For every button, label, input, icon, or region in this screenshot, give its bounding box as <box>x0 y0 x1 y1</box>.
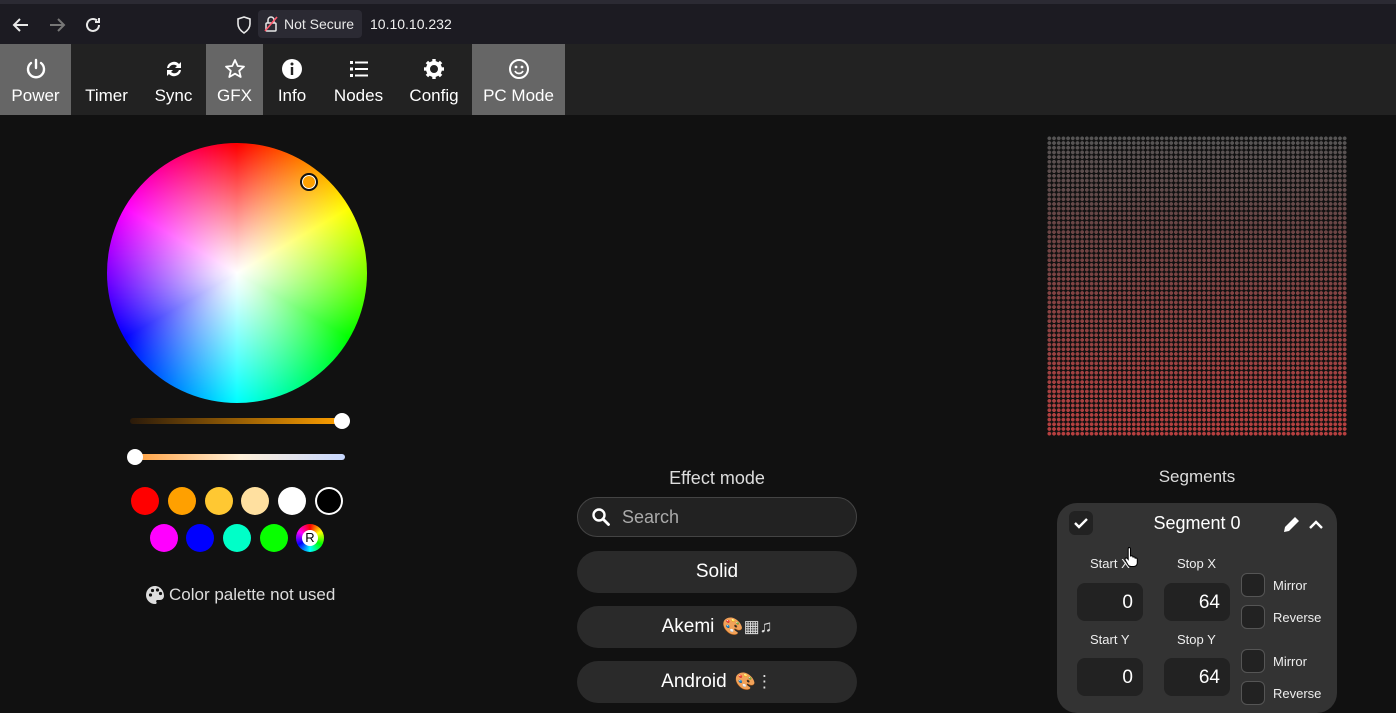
stop-y-input[interactable]: 64 <box>1164 658 1230 696</box>
back-arrow-icon <box>12 18 28 32</box>
led-matrix-preview <box>1047 136 1347 436</box>
color-swatch-yellow[interactable] <box>205 487 233 515</box>
reverse-y-checkbox[interactable] <box>1241 681 1265 705</box>
white-balance-slider[interactable] <box>135 454 345 460</box>
start-y-label: Start Y <box>1090 632 1130 647</box>
effect-flags: 🎨▦♫ <box>722 617 773 636</box>
effect-name: Android <box>661 671 727 692</box>
security-label: Not Secure <box>284 16 355 32</box>
start-y-input[interactable]: 0 <box>1077 658 1143 696</box>
moon-icon <box>98 60 108 78</box>
forward-button[interactable] <box>42 10 72 40</box>
url-text[interactable]: 10.10.10.232 <box>370 16 452 32</box>
tab-label: Sync <box>154 86 193 105</box>
star-icon <box>224 59 245 78</box>
effect-item-solid[interactable]: Solid <box>577 551 857 593</box>
search-icon <box>592 508 610 526</box>
browser-toolbar: Not Secure 10.10.10.232 <box>0 0 1396 44</box>
palette-note-text: Color palette not used <box>169 585 336 604</box>
segment-card: Segment 0 Start X Stop X 0 64 Mirror Rev… <box>1057 503 1337 713</box>
tab-power[interactable]: Power <box>0 44 71 115</box>
reload-button[interactable] <box>78 10 108 40</box>
color-swatch-warm-white[interactable] <box>241 487 269 515</box>
effect-name: Solid <box>695 561 739 582</box>
color-swatch-green[interactable] <box>260 524 288 552</box>
color-swatch-orange[interactable] <box>168 487 196 515</box>
reverse-x-checkbox[interactable] <box>1241 605 1265 629</box>
brightness-slider[interactable] <box>130 418 342 424</box>
tab-timer[interactable]: Timer <box>71 44 142 115</box>
tab-label: Timer <box>85 86 128 105</box>
white-balance-slider-knob[interactable] <box>127 449 143 465</box>
info-icon <box>282 59 302 79</box>
palette-icon <box>146 586 164 604</box>
segments-title: Segments <box>1158 467 1236 486</box>
stop-x-input[interactable]: 64 <box>1164 583 1230 621</box>
color-swatch-magenta[interactable] <box>150 524 178 552</box>
power-icon <box>26 58 45 79</box>
mirror-y-label: Mirror <box>1273 654 1307 669</box>
reverse-x-label: Reverse <box>1273 610 1322 625</box>
effect-item-android[interactable]: Android 🎨⋮ <box>577 661 857 703</box>
tab-nodes[interactable]: Nodes <box>321 44 396 115</box>
list-icon <box>349 61 368 77</box>
effect-flags: 🎨⋮ <box>734 672 773 691</box>
tab-label: Nodes <box>333 86 384 105</box>
hand-cursor-icon <box>1124 546 1140 573</box>
top-nav: Power Timer Sync GFX Info Nodes Config P… <box>0 44 1396 115</box>
color-swatch-cyan[interactable] <box>223 524 251 552</box>
back-button[interactable] <box>6 10 36 40</box>
start-x-input[interactable]: 0 <box>1077 583 1143 621</box>
random-label: R <box>302 530 318 546</box>
color-swatch-white[interactable] <box>278 487 306 515</box>
smiley-icon <box>508 59 529 79</box>
tab-config[interactable]: Config <box>396 44 472 115</box>
tab-label: Info <box>277 86 307 105</box>
mirror-x-checkbox[interactable] <box>1241 573 1265 597</box>
not-secure-badge[interactable]: Not Secure <box>258 10 363 38</box>
mirror-y-checkbox[interactable] <box>1241 649 1265 673</box>
color-swatch-blue[interactable] <box>186 524 214 552</box>
forward-arrow-icon <box>50 18 66 32</box>
color-wheel-handle[interactable] <box>300 173 318 191</box>
lock-warning-icon <box>264 16 278 32</box>
effect-search-box[interactable] <box>577 497 857 537</box>
effect-item-akemi[interactable]: Akemi 🎨▦♫ <box>577 606 857 648</box>
tab-label: Config <box>409 86 459 105</box>
pencil-icon[interactable] <box>1282 514 1302 539</box>
chevron-up-icon[interactable] <box>1309 517 1323 535</box>
effect-name: Akemi <box>661 616 715 637</box>
random-color-button[interactable]: R <box>296 524 324 552</box>
effect-search-input[interactable] <box>620 505 824 529</box>
color-wheel[interactable] <box>107 143 367 403</box>
tab-label: GFX <box>217 86 252 105</box>
reverse-y-label: Reverse <box>1273 686 1322 701</box>
color-swatch-black[interactable] <box>315 487 343 515</box>
color-swatch-red[interactable] <box>131 487 159 515</box>
tab-gfx[interactable]: GFX <box>206 44 263 115</box>
effect-mode-title: Effect mode <box>669 468 765 488</box>
tab-sync[interactable]: Sync <box>142 44 205 115</box>
palette-note: Color palette not used <box>145 585 335 605</box>
stop-x-label: Stop X <box>1177 556 1217 571</box>
tab-info[interactable]: Info <box>263 44 321 115</box>
sync-icon <box>166 61 181 77</box>
shield-icon[interactable] <box>229 10 259 40</box>
tab-label: PC Mode <box>483 86 554 105</box>
reload-icon <box>86 17 100 32</box>
tab-label: Power <box>11 86 60 105</box>
tab-pc-mode[interactable]: PC Mode <box>472 44 565 115</box>
brightness-slider-knob[interactable] <box>334 413 350 429</box>
stop-y-label: Stop Y <box>1177 632 1216 647</box>
mirror-x-label: Mirror <box>1273 578 1307 593</box>
gear-icon <box>424 59 444 79</box>
